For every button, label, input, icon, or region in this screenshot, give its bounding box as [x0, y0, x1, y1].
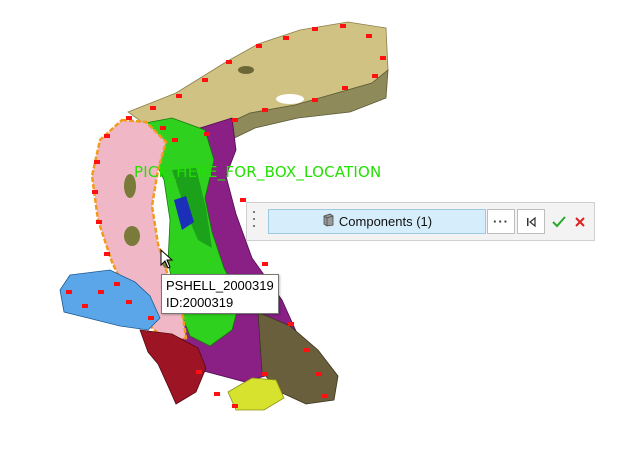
tooltip-property-name: PSHELL_2000319 [166, 278, 274, 293]
roof-slot [238, 66, 254, 74]
tooltip-property-id: ID:2000319 [166, 295, 234, 310]
reset-selection-icon [527, 216, 536, 227]
component-cube-icon [322, 213, 334, 230]
reset-selection-button[interactable] [517, 209, 545, 234]
drag-handle-icon[interactable] [252, 211, 256, 233]
confirm-button[interactable] [550, 212, 568, 232]
mouse-cursor-icon [160, 249, 174, 269]
components-selector-label: Components (1) [338, 214, 433, 229]
checkmark-icon [552, 216, 566, 228]
more-options-button[interactable]: ··· [487, 209, 515, 234]
entity-tooltip: PSHELL_2000319 ID:2000319 [161, 274, 279, 314]
more-options-label: ··· [493, 214, 509, 229]
roof-hole [276, 94, 304, 104]
cancel-button[interactable] [571, 212, 589, 232]
components-selector-button[interactable]: Components (1) [268, 209, 486, 234]
close-icon [575, 217, 585, 227]
pick-box-location-label: PICK_HERE_FOR_BOX_LOCATION [134, 163, 382, 181]
entity-selector-panel: Components (1) ··· [246, 202, 595, 241]
panel-hole-2 [124, 226, 140, 246]
